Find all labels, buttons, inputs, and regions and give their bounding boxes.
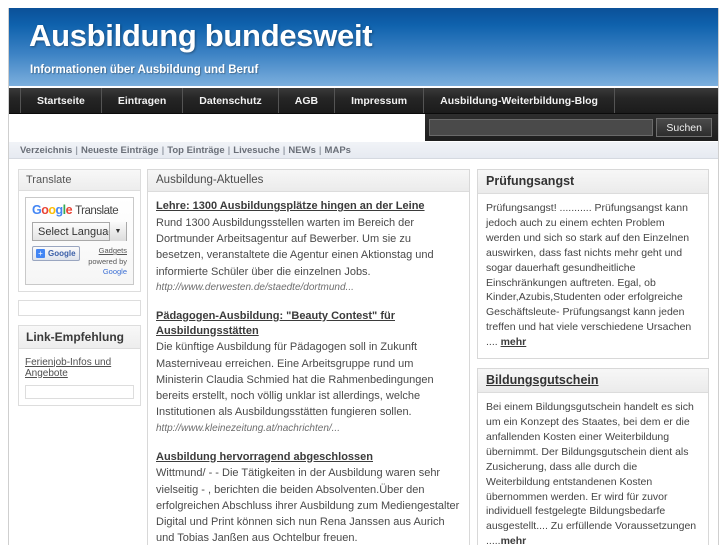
panel-title-bildungsgutschein[interactable]: Bildungsgutschein [478,369,708,394]
google-logo: Google Translate [32,203,119,217]
nav-item-impressum[interactable]: Impressum [335,88,425,113]
panel-body-bildungsgutschein: Bei einem Bildungsgutschein handelt es s… [478,393,708,545]
nav-item-blog[interactable]: Ausbildung-Weiterbildung-Blog [424,88,615,113]
bildungsgutschein-body: Bei einem Bildungsgutschein handelt es s… [486,401,697,545]
panel-title-ausbildung-aktuelles: Ausbildung-Aktuelles [148,170,469,192]
panel-ausbildung-aktuelles: Ausbildung-Aktuelles Lehre: 1300 Ausbild… [147,169,470,545]
panel-body-pruefungsangst: Prüfungsangst! ........... Prüfungsangst… [478,194,708,358]
bildungsgutschein-text: Bei einem Bildungsgutschein handelt es s… [486,400,700,545]
subnav-separator: | [318,144,322,156]
link-empfehlung-title: Link-Empfehlung [18,324,141,348]
google-plus-button[interactable]: + Google [32,246,80,261]
subnav-item-news[interactable]: NEWs [288,145,315,156]
article-item: Lehre: 1300 Ausbildungsplätze hingen an … [156,199,461,296]
nav-item-eintragen[interactable]: Eintragen [102,88,184,113]
site-frame: Ausbildung bundesweit Informationen über… [8,8,719,545]
article-body: Wittmund/ - - Die Tätigkeiten in der Aus… [156,467,460,545]
site-header-banner: Ausbildung bundesweit Informationen über… [9,8,718,88]
article-source-url: http://www.derwesten.de/staedte/dortmund… [156,281,354,293]
link-empfehlung-body: Ferienjob-Infos und Angebote [18,347,141,406]
main-column: Ausbildung-Aktuelles Lehre: 1300 Ausbild… [141,169,470,545]
pruefungsangst-body: Prüfungsangst! ........... Prüfungsangst… [486,202,692,349]
google-credit-link[interactable]: Google [103,267,127,276]
panel-title-pruefungsangst: Prüfungsangst [478,170,708,194]
search-submit-button[interactable]: Suchen [656,118,712,137]
nav-item-datenschutz[interactable]: Datenschutz [183,88,279,113]
gadget-credit: Gadgets powered by Google [80,246,127,278]
subnav-item-livesuche[interactable]: Livesuche [233,145,279,156]
panel-body-ausbildung-aktuelles: Lehre: 1300 Ausbildungsplätze hingen an … [148,192,469,545]
article-body: Rund 1300 Ausbildungsstellen warten im B… [156,216,434,278]
translate-widget-title: Translate [18,169,141,190]
subnav-separator: | [75,144,78,156]
subnav-item-maps[interactable]: MAPs [325,145,351,156]
page-root: Ausbildung bundesweit Informationen über… [0,0,727,545]
link-empfehlung-empty-box [25,384,134,399]
sub-navigation: Verzeichnis | Neueste Einträge | Top Ein… [9,141,718,159]
subnav-item-neueste-eintraege[interactable]: Neueste Einträge [81,145,159,156]
sidebar-blank-box [18,299,141,316]
article-headline[interactable]: Pädagogen-Ausbildung: "Beauty Contest" f… [156,309,461,339]
translate-gadget-footer: + Google Gadgets powered by Google [32,246,127,278]
subnav-item-top-eintraege[interactable]: Top Einträge [167,145,224,156]
article-body: Die künftige Ausbildung für Pädagogen so… [156,341,434,419]
chevron-down-icon: ▼ [109,222,126,241]
article-source-url: http://www.kleinezeitung.at/nachrichten/… [156,422,340,434]
translate-word: Translate [75,205,119,217]
panel-bildungsgutschein: Bildungsgutschein Bei einem Bildungsguts… [477,368,709,545]
article-headline[interactable]: Lehre: 1300 Ausbildungsplätze hingen an … [156,199,461,214]
site-title: Ausbildung bundesweit [29,18,373,53]
subnav-separator: | [227,144,231,156]
main-navigation: Startseite Eintragen Datenschutz AGB Imp… [9,88,718,114]
nav-item-startseite[interactable]: Startseite [20,88,102,113]
google-plus-label: Google [48,249,76,258]
more-link-bildungsgutschein[interactable]: mehr [501,535,527,545]
plus-icon: + [36,249,45,258]
gadgets-link[interactable]: Gadgets [99,246,127,255]
subnav-item-verzeichnis[interactable]: Verzeichnis [20,145,72,156]
more-link-pruefungsangst[interactable]: mehr [501,336,527,348]
translate-widget-body: Google Translate Select Language ▼ + Goo… [18,190,141,292]
article-headline[interactable]: Ausbildung hervorragend abgeschlossen [156,450,461,465]
search-strip: Suchen [9,114,718,141]
search-strip-spacer [9,114,425,141]
search-box: Suchen [425,114,718,141]
powered-by-text: powered by [88,256,127,266]
google-translate-gadget: Google Translate Select Language ▼ + Goo… [25,197,134,285]
pruefungsangst-text: Prüfungsangst! ........... Prüfungsangst… [486,201,700,350]
right-sidebar: Prüfungsangst Prüfungsangst! ...........… [470,169,718,545]
article-item: Pädagogen-Ausbildung: "Beauty Contest" f… [156,309,461,437]
content-area: Translate Google Translate Select Langua… [9,159,718,545]
search-input[interactable] [429,119,654,136]
subnav-separator: | [161,144,165,156]
left-sidebar: Translate Google Translate Select Langua… [9,169,141,406]
subnav-separator: | [282,144,286,156]
article-item: Ausbildung hervorragend abgeschlossen Wi… [156,450,461,545]
site-tagline: Informationen über Ausbildung und Beruf [30,64,259,76]
link-ferienjob-infos[interactable]: Ferienjob-Infos und Angebote [25,355,134,381]
nav-item-agb[interactable]: AGB [279,88,336,113]
panel-pruefungsangst: Prüfungsangst Prüfungsangst! ...........… [477,169,709,360]
language-select[interactable]: Select Language ▼ [32,222,127,241]
